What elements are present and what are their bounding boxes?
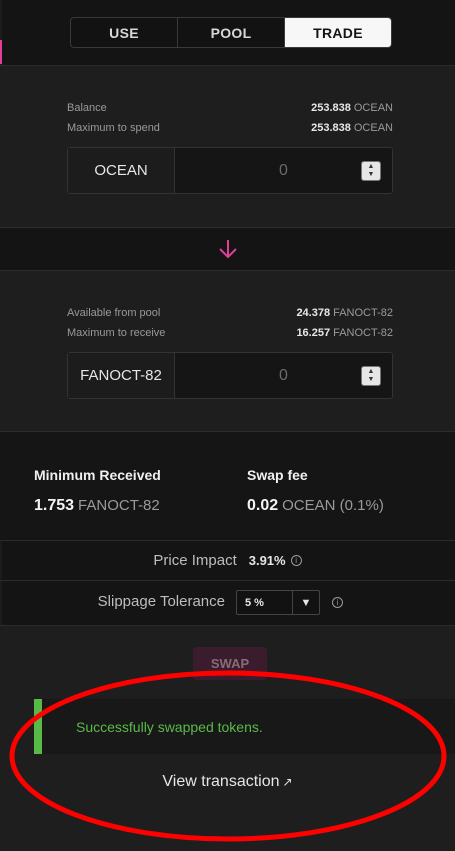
info-icon[interactable]: i: [290, 555, 302, 566]
max-spend-value[interactable]: 253.838: [311, 122, 351, 134]
divider: [0, 540, 455, 541]
swap-fee: Swap fee 0.02 OCEAN (0.1%): [247, 467, 384, 515]
tab-bar: USE POOL TRADE: [70, 17, 392, 48]
to-token-box: FANOCT-82 0 ▲ ▼: [67, 352, 393, 399]
available-row: Available from pool 24.378 FANOCT-82: [67, 307, 393, 319]
stepper-up-icon[interactable]: ▲: [368, 368, 375, 376]
to-amount-value: 0: [279, 366, 288, 384]
available-unit: FANOCT-82: [333, 307, 393, 319]
stepper-up-icon[interactable]: ▲: [368, 163, 375, 171]
slippage-row: Slippage Tolerance 5 % ▼ i: [0, 589, 455, 616]
from-panel: Balance 253.838 OCEAN Maximum to spend 25…: [0, 65, 455, 228]
min-received: Minimum Received 1.753 FANOCT-82: [34, 467, 161, 515]
max-spend-row: Maximum to spend 253.838 OCEAN: [67, 122, 393, 134]
price-impact-value: 3.91%: [248, 553, 286, 568]
slippage-value: 5 %: [237, 591, 293, 614]
edge-accent-mark: [0, 40, 2, 64]
info-icon[interactable]: i: [332, 597, 343, 608]
swap-fee-unit: OCEAN (0.1%): [282, 497, 384, 514]
to-token-label: FANOCT-82: [68, 353, 175, 398]
to-amount-stepper[interactable]: ▲ ▼: [361, 366, 381, 386]
swap-fee-label: Swap fee: [247, 467, 308, 483]
swap-button[interactable]: SWAP: [193, 647, 267, 680]
trade-summary: Minimum Received 1.753 FANOCT-82 Swap fee…: [0, 432, 455, 540]
to-amount-input[interactable]: 0 ▲ ▼: [175, 353, 392, 398]
price-impact-row: Price Impact 3.91% i: [0, 552, 455, 569]
max-receive-row: Maximum to receive 16.257 FANOCT-82: [67, 327, 393, 339]
stepper-down-icon[interactable]: ▼: [368, 376, 375, 384]
tab-pool[interactable]: POOL: [178, 18, 285, 47]
price-impact-label: Price Impact: [153, 552, 237, 569]
available-value: 24.378: [296, 307, 331, 319]
from-amount-value: 0: [279, 161, 288, 179]
to-panel: Available from pool 24.378 FANOCT-82 Maxi…: [0, 270, 455, 432]
from-token-box: OCEAN 0 ▲ ▼: [67, 147, 393, 194]
balance-value: 253.838: [311, 102, 351, 114]
max-receive-value[interactable]: 16.257: [296, 327, 330, 339]
min-received-value: 1.753: [34, 497, 75, 514]
min-received-unit: FANOCT-82: [78, 497, 160, 514]
tab-trade[interactable]: TRADE: [285, 18, 391, 47]
max-spend-label: Maximum to spend: [67, 122, 160, 134]
external-link-icon: ↗: [282, 775, 293, 789]
min-received-label: Minimum Received: [34, 467, 161, 483]
view-transaction-label: View transaction: [162, 773, 280, 790]
max-receive-unit: FANOCT-82: [333, 327, 393, 339]
max-receive-label: Maximum to receive: [67, 327, 166, 339]
from-token-label: OCEAN: [68, 148, 175, 193]
stepper-down-icon[interactable]: ▼: [368, 171, 375, 179]
available-label: Available from pool: [67, 307, 161, 319]
slippage-label: Slippage Tolerance: [97, 593, 225, 610]
swap-direction: [0, 228, 455, 270]
balance-row: Balance 253.838 OCEAN: [67, 102, 393, 114]
from-amount-input[interactable]: 0 ▲ ▼: [175, 148, 392, 193]
view-transaction-link[interactable]: View transaction ↗: [0, 773, 455, 791]
tab-use[interactable]: USE: [71, 18, 178, 47]
balance-unit: OCEAN: [353, 102, 393, 114]
swap-fee-value: 0.02: [247, 497, 279, 514]
success-alert: Successfully swapped tokens.: [34, 699, 455, 754]
alert-message: Successfully swapped tokens.: [76, 718, 263, 735]
slippage-select[interactable]: 5 % ▼: [236, 590, 320, 615]
action-area: SWAP Successfully swapped tokens. View t…: [0, 625, 455, 851]
divider: [0, 580, 455, 581]
balance-label: Balance: [67, 102, 107, 114]
arrow-down-icon: [218, 240, 237, 259]
from-amount-stepper[interactable]: ▲ ▼: [361, 161, 381, 181]
chevron-down-icon[interactable]: ▼: [293, 591, 319, 614]
max-spend-unit: OCEAN: [353, 122, 393, 134]
